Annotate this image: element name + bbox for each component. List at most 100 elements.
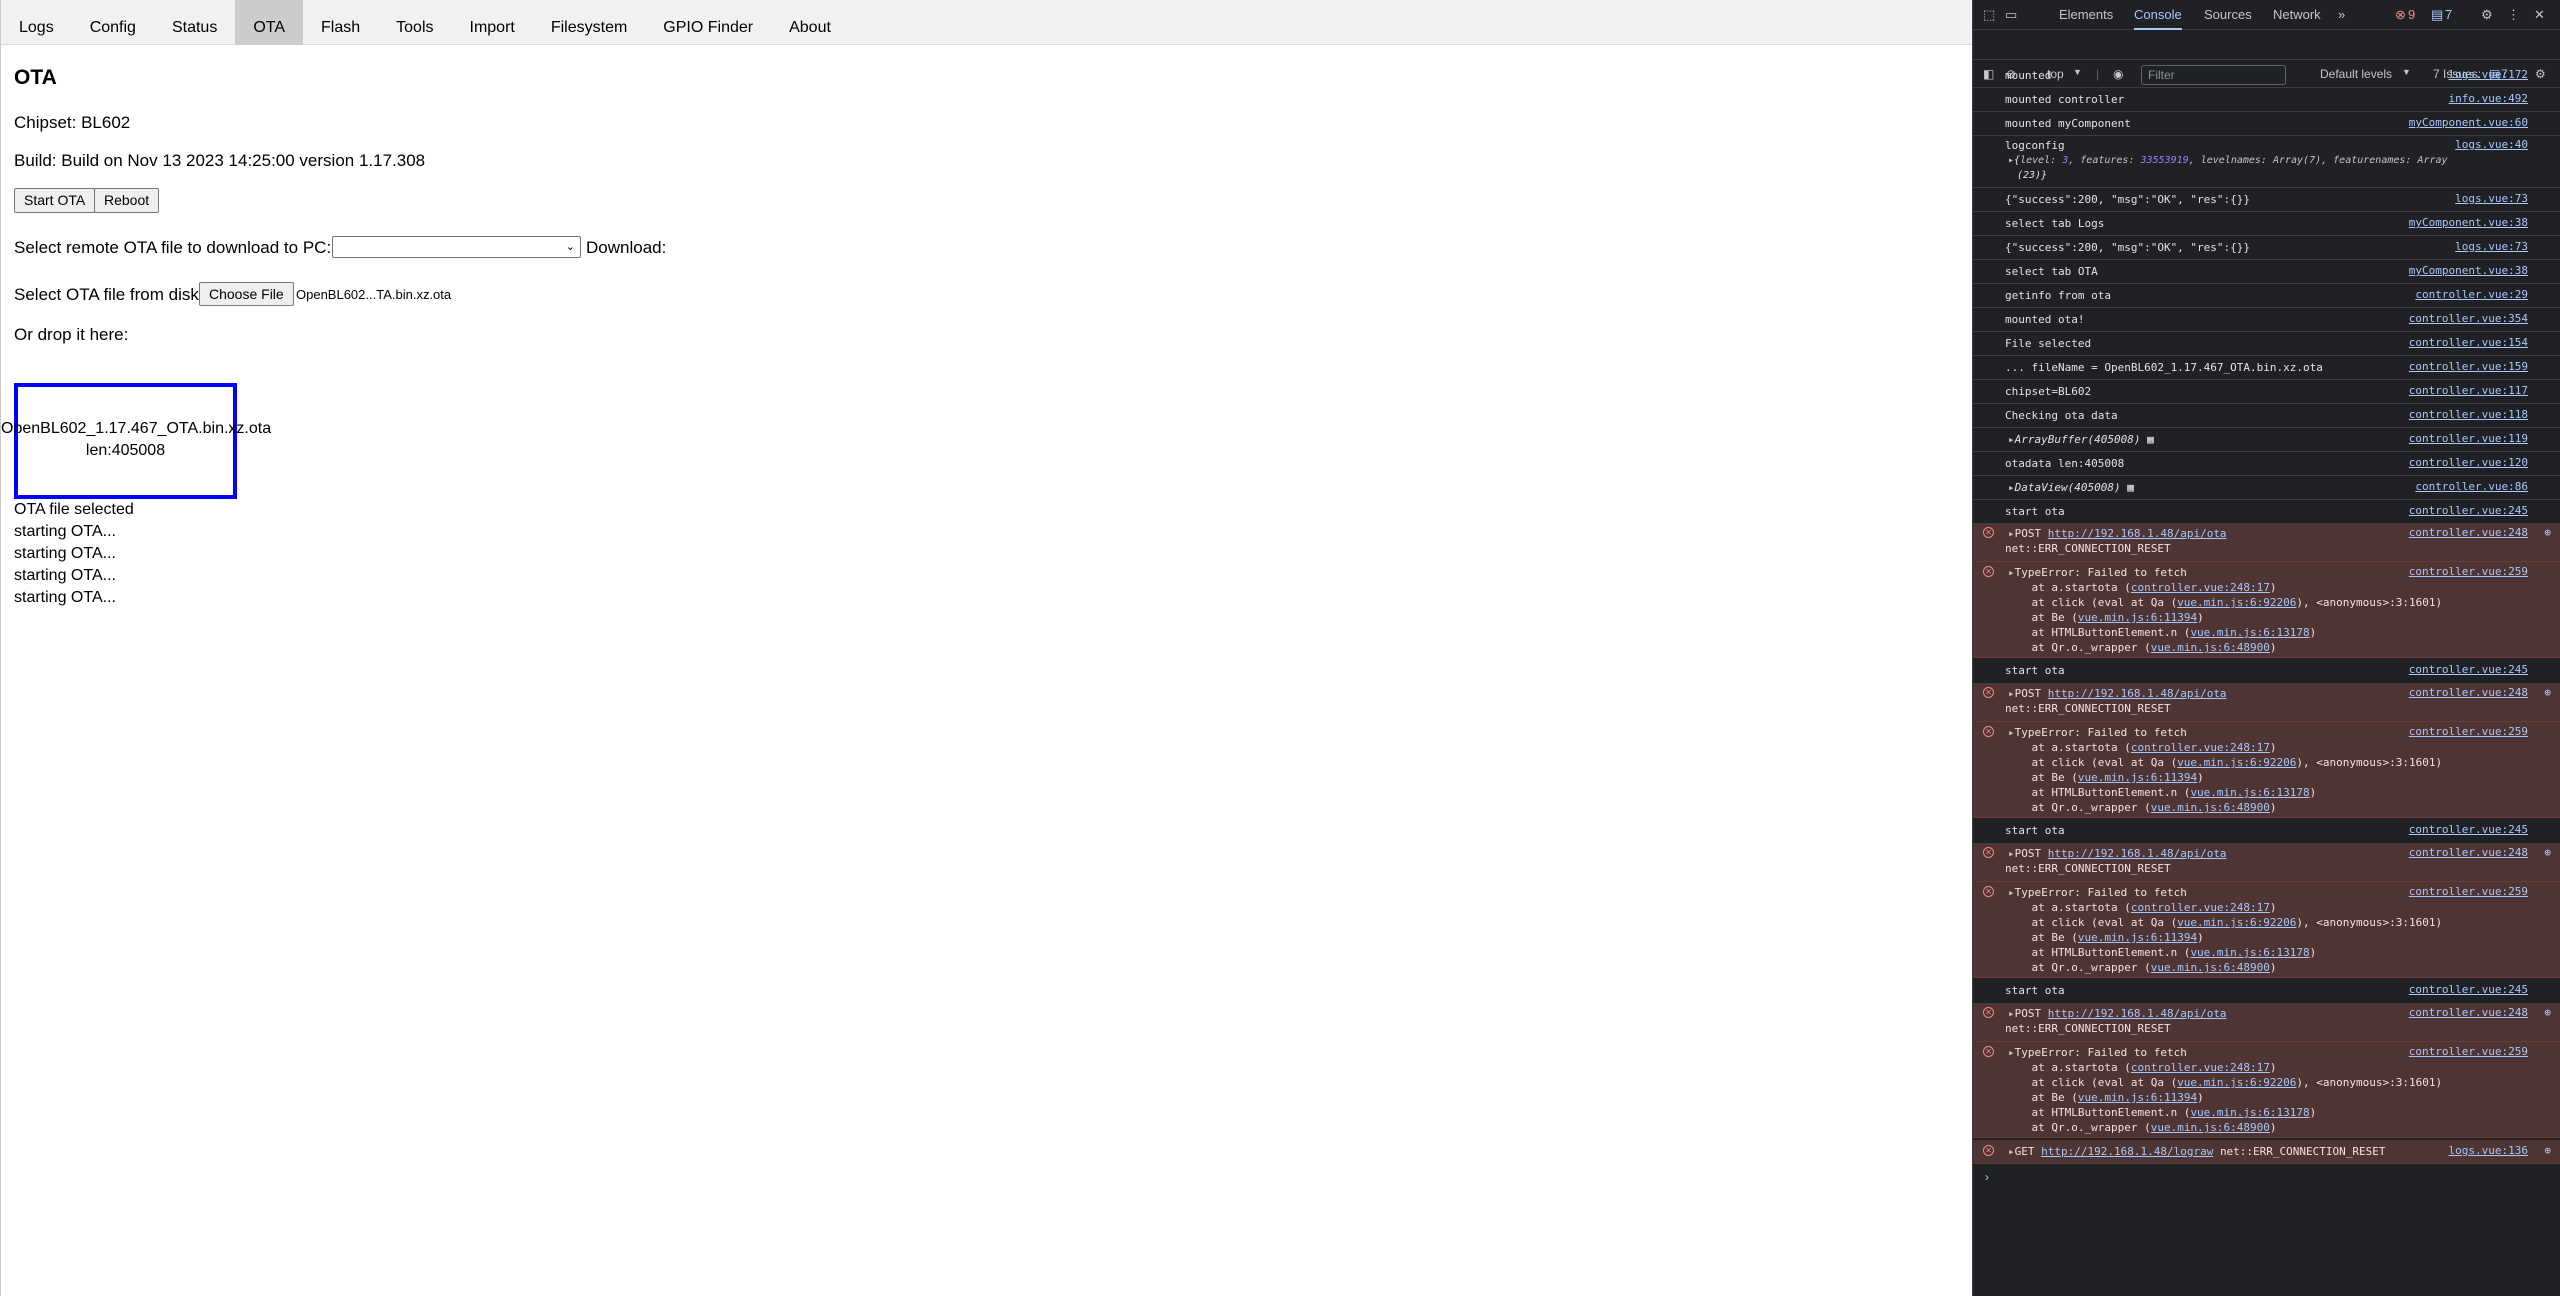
expand-triangle-icon[interactable]: ▸ [2008,433,2015,446]
expand-triangle-icon[interactable]: ▸ [2008,1145,2015,1158]
stack-link[interactable]: vue.min.js:6:48900 [2151,1121,2270,1134]
source-link[interactable]: controller.vue:120 [2409,456,2528,469]
network-request-icon[interactable]: ⊕ [2544,1006,2551,1019]
expand-triangle-icon[interactable]: ▸ [2008,886,2015,899]
stack-link[interactable]: vue.min.js:6:11394 [2078,611,2197,624]
settings-gear-icon[interactable]: ⚙ [2481,7,2493,23]
error-count-icon[interactable]: ⊗ [2395,7,2406,23]
close-devtools-icon[interactable]: ✕ [2534,7,2545,23]
devtools-tab-console[interactable]: Console [2134,0,2182,30]
source-link[interactable]: controller.vue:245 [2409,663,2528,676]
source-link[interactable]: logs.vue:73 [2455,240,2528,253]
stack-link[interactable]: vue.min.js:6:13178 [2190,626,2309,639]
logconfig-object[interactable]: ▸{level: 3, features: 33553919, levelnam… [2008,153,2448,168]
arraybuffer-object[interactable]: ArrayBuffer(405008) [2015,433,2141,446]
stack-link[interactable]: vue.min.js:6:13178 [2190,786,2309,799]
stack-link[interactable]: vue.min.js:6:11394 [2078,931,2197,944]
more-options-icon[interactable]: ⋮ [2507,7,2520,23]
tab-gpio-finder[interactable]: GPIO Finder [645,0,771,45]
devtools-tab-elements[interactable]: Elements [2059,0,2113,30]
devtools-tab-network[interactable]: Network [2273,0,2321,30]
stack-link[interactable]: vue.min.js:6:92206 [2177,756,2296,769]
stack-link[interactable]: vue.min.js:6:11394 [2078,771,2197,784]
network-request-icon[interactable]: ⊕ [2544,1144,2551,1157]
request-url-link[interactable]: http://192.168.1.48/api/ota [2048,1007,2227,1020]
source-link[interactable]: logs.vue:172 [2449,68,2528,81]
expand-triangle-icon[interactable]: ▸ [2008,481,2015,494]
request-url-link[interactable]: http://192.168.1.48/api/ota [2048,687,2227,700]
message-count-icon[interactable]: ▤ [2431,7,2443,23]
source-link[interactable]: controller.vue:118 [2409,408,2528,421]
stack-link[interactable]: vue.min.js:6:48900 [2151,961,2270,974]
stack-link[interactable]: controller.vue:248:17 [2131,901,2270,914]
memory-icon[interactable]: ▦ [2127,481,2134,494]
console-prompt[interactable]: › [1985,1170,1989,1184]
source-link[interactable]: controller.vue:259 [2409,885,2528,898]
source-link[interactable]: controller.vue:248 [2409,526,2528,539]
expand-triangle-icon[interactable]: ▸ [2008,566,2015,579]
stack-link[interactable]: vue.min.js:6:48900 [2151,641,2270,654]
expand-triangle-icon[interactable]: ▸ [2008,687,2015,700]
expand-triangle-icon[interactable]: ▸ [2008,1046,2015,1059]
start-ota-button[interactable]: Start OTA [14,188,96,213]
source-link[interactable]: controller.vue:154 [2409,336,2528,349]
source-link[interactable]: myComponent.vue:60 [2409,116,2528,129]
source-link[interactable]: controller.vue:248 [2409,1006,2528,1019]
expand-triangle-icon[interactable]: ▸ [2008,847,2015,860]
source-link[interactable]: controller.vue:119 [2409,432,2528,445]
source-link[interactable]: controller.vue:259 [2409,1045,2528,1058]
tab-logs[interactable]: Logs [1,0,72,45]
request-url-link[interactable]: http://192.168.1.48/api/ota [2048,847,2227,860]
network-request-icon[interactable]: ⊕ [2544,846,2551,859]
devtools-tab-sources[interactable]: Sources [2204,0,2252,30]
source-link[interactable]: controller.vue:245 [2409,823,2528,836]
network-request-icon[interactable]: ⊕ [2544,526,2551,539]
request-url-link[interactable]: http://192.168.1.48/api/ota [2048,527,2227,540]
source-link[interactable]: controller.vue:354 [2409,312,2528,325]
source-link[interactable]: myComponent.vue:38 [2409,216,2528,229]
source-link[interactable]: controller.vue:259 [2409,565,2528,578]
message-count[interactable]: 7 [2445,7,2452,22]
tab-filesystem[interactable]: Filesystem [533,0,645,45]
source-link[interactable]: controller.vue:259 [2409,725,2528,738]
inspect-element-icon[interactable]: ⬚ [1983,7,1995,23]
network-request-icon[interactable]: ⊕ [2544,686,2551,699]
choose-file-button[interactable]: Choose File [199,282,294,306]
stack-link[interactable]: vue.min.js:6:92206 [2177,1076,2296,1089]
source-link[interactable]: controller.vue:159 [2409,360,2528,373]
stack-link[interactable]: vue.min.js:6:11394 [2078,1091,2197,1104]
drop-zone[interactable] [14,383,237,499]
remote-ota-select[interactable]: ⌄ [332,236,581,258]
source-link[interactable]: info.vue:492 [2449,92,2528,105]
tab-about[interactable]: About [771,0,849,45]
source-link[interactable]: controller.vue:86 [2415,480,2528,493]
request-url-link[interactable]: http://192.168.1.48/lograw [2041,1145,2213,1158]
stack-link[interactable]: vue.min.js:6:48900 [2151,801,2270,814]
stack-link[interactable]: controller.vue:248:17 [2131,1061,2270,1074]
source-link[interactable]: logs.vue:73 [2455,192,2528,205]
stack-link[interactable]: controller.vue:248:17 [2131,581,2270,594]
stack-link[interactable]: vue.min.js:6:92206 [2177,596,2296,609]
stack-link[interactable]: controller.vue:248:17 [2131,741,2270,754]
stack-link[interactable]: vue.min.js:6:92206 [2177,916,2296,929]
tab-flash[interactable]: Flash [303,0,378,45]
source-link[interactable]: controller.vue:248 [2409,846,2528,859]
source-link[interactable]: controller.vue:29 [2415,288,2528,301]
stack-link[interactable]: vue.min.js:6:13178 [2190,946,2309,959]
error-count[interactable]: 9 [2408,7,2415,22]
source-link[interactable]: controller.vue:245 [2409,983,2528,996]
tab-config[interactable]: Config [72,0,154,45]
device-toolbar-icon[interactable]: ▭ [2005,7,2017,23]
expand-triangle-icon[interactable]: ▸ [2008,527,2015,540]
source-link[interactable]: logs.vue:40 [2455,138,2528,151]
source-link[interactable]: logs.vue:136 [2449,1144,2528,1157]
expand-triangle-icon[interactable]: ▸ [2008,1007,2015,1020]
tab-status[interactable]: Status [154,0,235,45]
reboot-button[interactable]: Reboot [94,188,160,213]
memory-icon[interactable]: ▦ [2147,433,2154,446]
source-link[interactable]: myComponent.vue:38 [2409,264,2528,277]
source-link[interactable]: controller.vue:248 [2409,686,2528,699]
stack-link[interactable]: vue.min.js:6:13178 [2190,1106,2309,1119]
source-link[interactable]: controller.vue:117 [2409,384,2528,397]
tab-tools[interactable]: Tools [378,0,451,45]
